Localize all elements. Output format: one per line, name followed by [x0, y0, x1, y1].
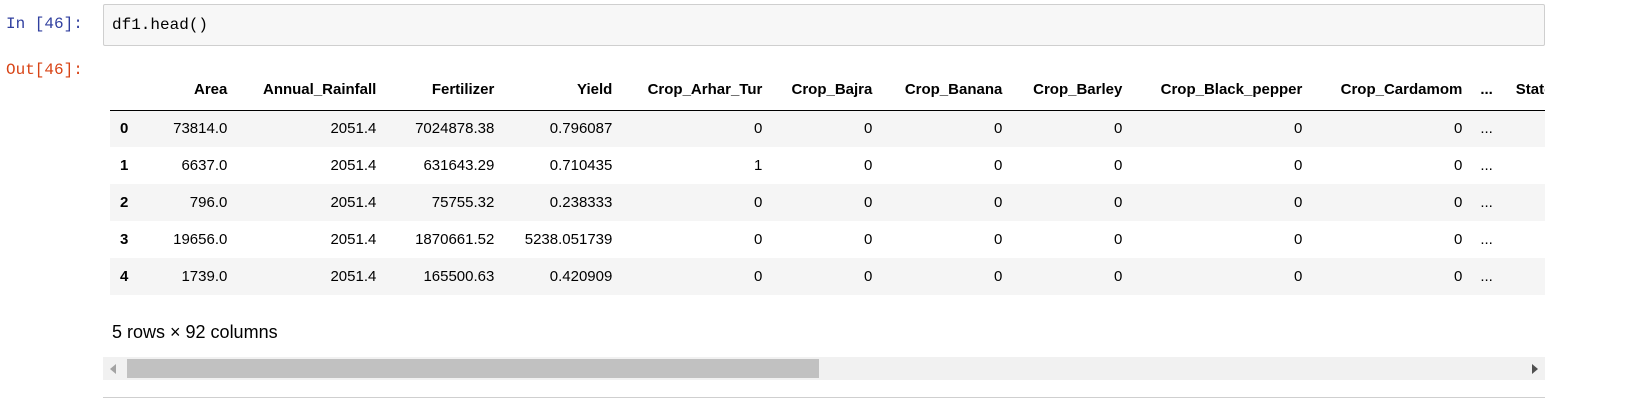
scroll-left-arrow-icon[interactable] — [103, 357, 123, 380]
column-header: Crop_Cardamom — [1311, 70, 1472, 111]
dataframe-shape-text: 5 rows × 92 columns — [112, 322, 278, 342]
dataframe-output: Area Annual_Rainfall Fertilizer Yield Crop_A… — [110, 70, 1545, 300]
table-cell: 165500.63 — [423, 268, 495, 285]
dataframe-table: Area Annual_Rainfall Fertilizer Yield Crop_A… — [110, 70, 1545, 295]
table-cell: ... — [1480, 268, 1493, 285]
table-cell: 2051.4 — [330, 268, 377, 285]
table-cell: 0 — [754, 231, 763, 248]
column-header: Yield — [503, 70, 622, 111]
table-cell: 0 — [1454, 268, 1463, 285]
notebook-cell: In [46]: df1.head() Out[46]: Area Annual_… — [0, 0, 1625, 412]
table-cell: 2051.4 — [330, 120, 377, 138]
table-cell: 0 — [1294, 120, 1303, 138]
table-cell: 0.238333 — [549, 194, 613, 211]
table-cell: 2051.4 — [330, 194, 377, 211]
table-cell: 5238.051739 — [524, 231, 613, 248]
table-cell: 0.796087 — [549, 120, 613, 138]
table-row: 4 1739.0 2051.4 165500.63 0.420909 0 0 0 0 0 0... 0… — [110, 258, 1545, 295]
table-row: 2796.02051.475755.320.238333000000...00 — [110, 184, 1545, 221]
table-cell: 0 — [754, 268, 763, 285]
table-cell: 0 — [754, 120, 763, 138]
column-header: Crop_Black_pepper — [1131, 70, 1312, 111]
table-cell: 1 — [754, 157, 763, 174]
cell-bottom-divider — [103, 397, 1545, 398]
column-header: Crop_Arhar_Tur — [621, 70, 772, 111]
table-cell: ... — [1480, 157, 1493, 174]
table-cell: 1739.0 — [181, 268, 228, 285]
table-cell: 0 — [864, 157, 873, 174]
index-header — [110, 70, 129, 111]
table-cell: 0 — [994, 268, 1003, 285]
table-row: 1 6637.0 2051.4 631643.29 0.710435 1 0 0 0 0 0... 0… — [110, 147, 1545, 184]
table-cell: ... — [1480, 120, 1493, 138]
table-cell: 0 — [1294, 231, 1303, 248]
row-index: 3 — [120, 231, 129, 248]
column-header: Fertilizer — [385, 70, 504, 111]
scrollbar-thumb[interactable] — [127, 359, 819, 378]
table-cell: 796.0 — [189, 194, 228, 211]
table-cell: 0 — [1114, 268, 1123, 285]
table-cell: 0 — [994, 157, 1003, 174]
horizontal-scrollbar[interactable] — [103, 357, 1545, 380]
table-cell: 1870661.52 — [415, 231, 495, 248]
table-cell: 0 — [994, 120, 1003, 138]
table-cell: 6637.0 — [181, 157, 228, 174]
table-cell: 19656.0 — [173, 231, 228, 248]
table-cell: 0 — [1114, 231, 1123, 248]
table-cell: 0 — [1507, 221, 1545, 258]
scroll-right-arrow-icon[interactable] — [1525, 357, 1545, 380]
table-cell: 0 — [994, 194, 1003, 211]
table-cell: 0 — [1114, 120, 1123, 138]
table-cell: 0 — [1454, 194, 1463, 211]
table-cell: 0 — [994, 231, 1003, 248]
row-index: 4 — [120, 268, 129, 285]
table-cell: 0 — [864, 194, 873, 211]
table-cell: 0.710435 — [549, 157, 613, 174]
table-cell: ... — [1480, 231, 1493, 248]
table-cell: 0 — [864, 268, 873, 285]
row-index: 0 — [120, 120, 129, 138]
table-cell: 0 — [1294, 194, 1303, 211]
table-cell: 0 — [1507, 147, 1545, 184]
column-header: State_Uttarakhand — [1507, 70, 1545, 111]
table-cell: 0 — [1454, 157, 1463, 174]
table-cell: 631643.29 — [423, 157, 495, 174]
table-cell: 0 — [1507, 110, 1545, 147]
column-header: ... — [1471, 70, 1508, 111]
column-header: Crop_Banana — [881, 70, 1012, 111]
table-cell: 2051.4 — [330, 157, 377, 174]
table-cell: 0 — [1507, 258, 1545, 295]
table-cell: 0 — [754, 194, 763, 211]
column-header: Crop_Barley — [1011, 70, 1132, 111]
table-cell: ... — [1480, 194, 1493, 211]
table-cell: 73814.0 — [173, 120, 228, 138]
table-cell: 0 — [864, 120, 873, 138]
column-header: Crop_Bajra — [771, 70, 882, 111]
table-cell: 0 — [1454, 231, 1463, 248]
table-cell: 7024878.38 — [415, 120, 495, 138]
column-header: Annual_Rainfall — [236, 70, 386, 111]
table-cell: 0 — [1294, 268, 1303, 285]
table-cell: 2051.4 — [330, 231, 377, 248]
input-prompt: In [46]: — [6, 15, 83, 33]
row-index: 1 — [120, 157, 129, 174]
table-cell: 0 — [1454, 120, 1463, 138]
code-text[interactable]: df1.head() — [112, 15, 208, 35]
output-prompt: Out[46]: — [6, 61, 83, 79]
table-header-row: Area Annual_Rainfall Fertilizer Yield Crop_A… — [110, 70, 1545, 111]
row-index: 2 — [120, 194, 129, 211]
table-cell: 0 — [864, 231, 873, 248]
table-row: 3 19656.0 2051.4 1870661.52 5238.051739 0 0 0 0 0… — [110, 221, 1545, 258]
table-cell: 75755.32 — [431, 194, 495, 211]
table-cell: 0 — [1294, 157, 1303, 174]
table-row: 0 73814.0 2051.4 7024878.38 0.796087 0 0 0 0 0 0..… — [110, 110, 1545, 147]
table-cell: 0 — [1507, 184, 1545, 221]
column-header: Area — [128, 70, 237, 111]
table-cell: 0 — [1114, 157, 1123, 174]
table-cell: 0.420909 — [549, 268, 613, 285]
code-input-area[interactable]: df1.head() — [103, 4, 1545, 46]
table-body: 0 73814.0 2051.4 7024878.38 0.796087 0 0 0 0 0 0..… — [110, 110, 1545, 295]
table-cell: 0 — [1114, 194, 1123, 211]
